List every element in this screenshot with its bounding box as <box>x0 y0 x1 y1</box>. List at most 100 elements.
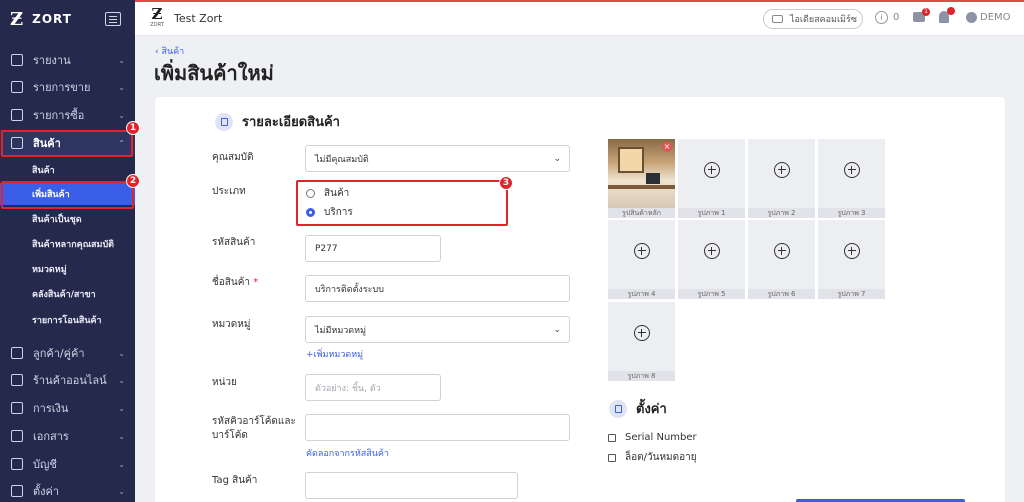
image-slot-7[interactable]: รูปภาพ 7 <box>818 220 885 299</box>
sidebar-item-documents[interactable]: เอกสาร ⌄ <box>0 423 135 449</box>
add-circle-icon <box>774 243 790 259</box>
users-icon <box>11 347 23 359</box>
hamburger-menu-icon[interactable] <box>105 12 121 26</box>
zort-logo-mark: Ƶ <box>151 5 163 23</box>
section-settings: ตั้งค่า <box>609 398 667 419</box>
product-photo: × <box>608 139 675 208</box>
sidebar-subitem-bundles[interactable]: สินค้าเป็นชุด <box>0 208 135 230</box>
attribute-value: ไม่มีคุณสมบัติ <box>315 154 369 165</box>
image-caption: รูปภาพ 8 <box>608 371 675 381</box>
tag-input[interactable] <box>305 472 518 499</box>
user-menu[interactable]: DEMO <box>966 12 1011 23</box>
image-slot-5[interactable]: รูปภาพ 5 <box>678 220 745 299</box>
image-slot-6[interactable]: รูปภาพ 6 <box>748 220 815 299</box>
image-slot-1[interactable]: รูปภาพ 1 <box>678 139 745 218</box>
sidebar-subitem-variants[interactable]: สินค้าหลากคุณสมบัติ <box>0 233 135 255</box>
unit-input[interactable]: ตัวอย่าง: ชิ้น, ตัว <box>305 374 441 401</box>
sidebar-item-report[interactable]: รายงาน ⌄ <box>0 47 135 73</box>
image-caption: รูปสินค้าหลัก <box>608 208 675 218</box>
zort-logo-mark: Ƶ <box>10 8 24 30</box>
user-name: DEMO <box>980 12 1011 23</box>
info-counter[interactable]: i 0 <box>875 11 899 24</box>
notification-dot <box>947 7 955 15</box>
type-label: ประเภท <box>212 186 246 197</box>
checkbox[interactable] <box>608 453 616 462</box>
add-category-link[interactable]: +เพิ่มหมวดหมู่ <box>306 347 363 361</box>
add-circle-icon <box>634 325 650 341</box>
sidebar-subitem-warehouses[interactable]: คลังสินค้า/สาขา <box>0 283 135 305</box>
sidebar-item-finance[interactable]: การเงิน ⌄ <box>0 395 135 421</box>
user-avatar-icon <box>966 12 977 23</box>
section-title: ตั้งค่า <box>636 402 667 417</box>
required-marker: * <box>253 277 259 288</box>
sidebar-item-label: การเงิน <box>33 402 69 415</box>
document-icon <box>609 399 627 418</box>
product-name-input[interactable]: บริการติดตั้งระบบ <box>305 275 570 302</box>
image-slot-3[interactable]: รูปภาพ 3 <box>818 139 885 218</box>
sidebar-subitem-categories[interactable]: หมวดหมู่ <box>0 258 135 280</box>
tag-label: Tag สินค้า <box>212 475 258 486</box>
add-circle-icon <box>844 243 860 259</box>
category-value: ไม่มีหมวดหมู่ <box>315 325 367 336</box>
name-label: ชื่อสินค้า * <box>212 276 258 290</box>
basket-icon <box>11 109 23 121</box>
attribute-select[interactable]: ไม่มีคุณสมบัติ ⌄ <box>305 145 570 172</box>
photo-window <box>618 147 644 173</box>
sku-label: รหัสสินค้า <box>212 237 256 248</box>
image-caption: รูปภาพ 6 <box>748 289 815 299</box>
image-slot-4[interactable]: รูปภาพ 4 <box>608 220 675 299</box>
sidebar-item-customers[interactable]: ลูกค้า/คู่ค้า ⌄ <box>0 340 135 366</box>
barcode-input[interactable] <box>305 414 570 441</box>
message-badge: 1 <box>922 8 930 16</box>
sidebar-subitem-transfers[interactable]: รายการโอนสินค้า <box>0 309 135 331</box>
photo-desk <box>608 185 675 189</box>
sidebar-item-sales[interactable]: รายการขาย ⌄ <box>0 74 135 100</box>
breadcrumb[interactable]: ‹ สินค้า <box>155 44 184 58</box>
book-icon <box>11 458 23 470</box>
image-caption: รูปภาพ 7 <box>818 289 885 299</box>
sidebar: Ƶ ZORT รายงาน ⌄ รายการขาย ⌄ รายการซื้อ ⌄ สิ… <box>0 0 135 502</box>
zort-logo-text: ZORT <box>150 22 164 28</box>
lot-expiry-checkbox[interactable]: ล็อต/วันหมดอายุ <box>608 450 697 465</box>
checkbox[interactable] <box>608 433 616 442</box>
image-caption: รูปภาพ 2 <box>748 208 815 218</box>
sidebar-item-settings[interactable]: ตั้งค่า ⌄ <box>0 478 135 502</box>
main-image-tile[interactable]: × รูปสินค้าหลัก <box>608 139 675 218</box>
sidebar-subitem-products[interactable]: สินค้า <box>0 159 135 181</box>
chevron-down-icon: ⌄ <box>118 110 125 120</box>
brand-name: ZORT <box>32 12 72 26</box>
remove-image-icon[interactable]: × <box>662 142 672 152</box>
image-caption: รูปภาพ 4 <box>608 289 675 299</box>
suggest-ecommerce-button[interactable]: ไอเดียสคอมเมิร์ซ <box>763 9 863 29</box>
chevron-down-icon: ⌄ <box>118 459 125 469</box>
sidebar-item-purchases[interactable]: รายการซื้อ ⌄ <box>0 102 135 128</box>
company-name: Test Zort <box>174 12 223 25</box>
category-select[interactable]: ไม่มีหมวดหมู่ ⌄ <box>305 316 570 343</box>
chevron-down-icon: ⌄ <box>118 486 125 496</box>
image-slot-2[interactable]: รูปภาพ 2 <box>748 139 815 218</box>
sidebar-item-label: ร้านค้าออนไลน์ <box>33 374 107 387</box>
brand-logo[interactable]: Ƶ ZORT <box>0 0 135 38</box>
chevron-down-icon: ⌄ <box>553 325 561 335</box>
document-icon <box>11 430 23 442</box>
sku-input[interactable]: P277 <box>305 235 441 262</box>
topbar-logo[interactable]: Ƶ ZORT <box>147 6 167 28</box>
chart-icon <box>11 54 23 66</box>
chevron-down-icon: ⌄ <box>118 403 125 413</box>
highlight-box-add-product <box>1 181 134 209</box>
copy-from-sku-link[interactable]: คัดลอกจากรหัสสินค้า <box>306 446 389 460</box>
document-icon <box>215 112 233 131</box>
sidebar-item-online-store[interactable]: ร้านค้าออนไลน์ ⌄ <box>0 367 135 393</box>
page-title: เพิ่มสินค้าใหม่ <box>154 61 274 85</box>
checkbox-label: Serial Number <box>625 432 697 443</box>
image-slot-8[interactable]: รูปภาพ 8 <box>608 302 675 381</box>
store-icon <box>11 374 23 386</box>
add-circle-icon <box>774 162 790 178</box>
image-caption: รูปภาพ 1 <box>678 208 745 218</box>
gear-icon <box>11 485 23 497</box>
category-label: หมวดหมู่ <box>212 319 251 330</box>
info-icon: i <box>875 11 888 24</box>
section-title: รายละเอียดสินค้า <box>242 115 340 130</box>
sidebar-item-accounting[interactable]: บัญชี ⌄ <box>0 451 135 477</box>
serial-number-checkbox[interactable]: Serial Number <box>608 432 697 443</box>
